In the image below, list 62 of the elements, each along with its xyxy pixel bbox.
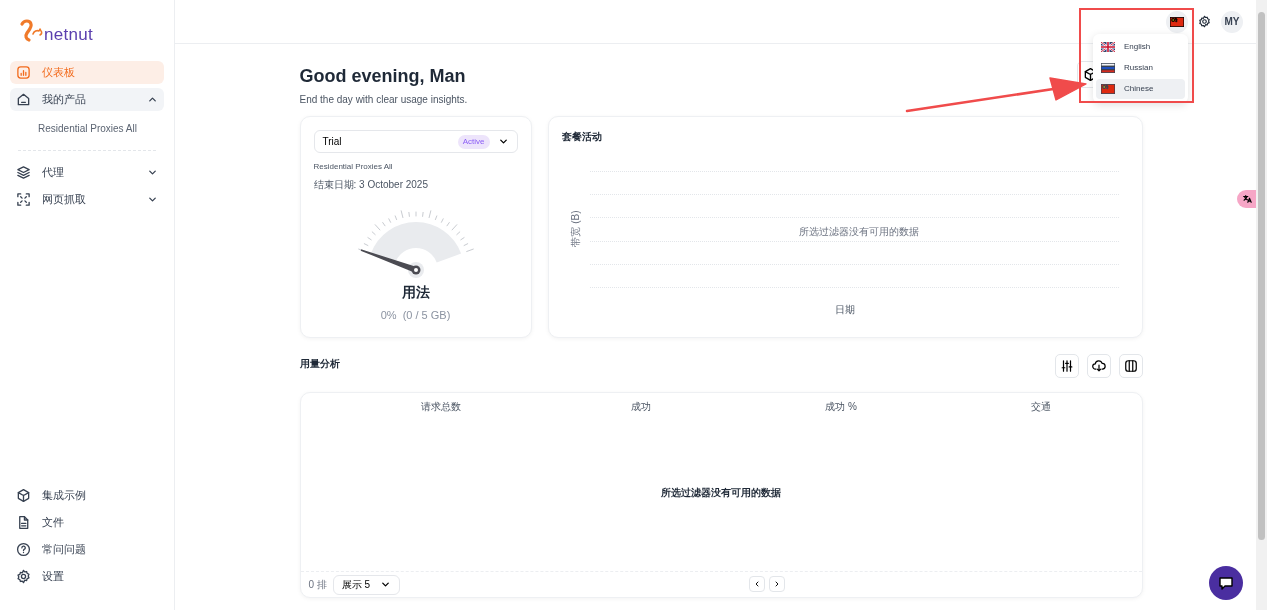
toolbar-button[interactable]: [1054, 354, 1079, 378]
usage-title: 用法: [400, 283, 431, 302]
sidebar-item[interactable]: 设置: [10, 565, 164, 588]
home-icon: [16, 92, 31, 107]
chat-icon: [1218, 575, 1234, 591]
cube-icon: [16, 488, 31, 503]
sidebar-item[interactable]: 代理: [10, 161, 164, 184]
greeting-subtitle: End the day with clear usage insights.: [299, 93, 468, 107]
chevron-icon: [497, 136, 509, 147]
language-option[interactable]: Russian: [1096, 58, 1185, 78]
sidebar-item[interactable]: 文件: [10, 511, 164, 534]
sidebar-item[interactable]: 常问问题: [10, 538, 164, 561]
language-button[interactable]: [1166, 10, 1188, 33]
end-date: 结束日期: 3 October 2025: [313, 178, 429, 192]
chart-icon: [16, 65, 31, 80]
avatar[interactable]: MY: [1221, 10, 1243, 33]
layers-icon: [16, 165, 31, 180]
toolbar-button[interactable]: [1086, 354, 1111, 378]
axis-label: 日期: [834, 303, 856, 317]
usage-value: 0% (0 / 5 GB): [379, 308, 452, 323]
status-badge: Active: [457, 134, 490, 149]
page-size-select[interactable]: 展示 5: [332, 574, 400, 595]
section-title: 用量分析: [299, 357, 340, 371]
flag-icon: [1101, 42, 1115, 52]
greeting-title: Good evening, Man: [299, 65, 467, 88]
sidebar-item[interactable]: 我的产品: [10, 88, 164, 111]
logo-text: netnut: [44, 26, 94, 43]
column-header: 交通: [1030, 400, 1053, 414]
flag-icon: [1101, 84, 1115, 94]
flag-icon: [1101, 63, 1115, 73]
toolbar-button[interactable]: [1118, 354, 1143, 378]
help-icon: [16, 542, 31, 557]
columns-icon: [1123, 359, 1138, 373]
product-name: Residential Proxies All: [313, 161, 394, 173]
chevron-icon: [147, 167, 158, 178]
settings-icon: [16, 569, 31, 584]
language-option[interactable]: English: [1096, 37, 1185, 57]
plan-select[interactable]: Trial Active: [313, 130, 518, 153]
chevron-icon: [147, 194, 158, 205]
row-count: 0 排: [308, 578, 327, 592]
chevron-icon: [379, 579, 391, 590]
empty-message: 所选过滤器没有可用的数据: [661, 486, 781, 500]
column-header: 成功: [629, 400, 652, 414]
chart-title: 套餐活动: [561, 130, 603, 144]
column-header: 成功 %: [824, 400, 858, 414]
translate-icon: [1241, 194, 1252, 204]
settings-icon[interactable]: [1198, 15, 1211, 28]
sidebar-item[interactable]: 集成示例: [10, 484, 164, 507]
scan-icon: [16, 192, 31, 207]
filter-icon: [1059, 359, 1074, 373]
empty-message: 所选过滤器没有可用的数据: [799, 225, 919, 240]
squirrel-icon: [18, 17, 44, 43]
language-option[interactable]: Chinese: [1096, 79, 1185, 99]
document-icon: [16, 515, 31, 530]
sidebar-item[interactable]: 网页抓取: [10, 188, 164, 211]
chat-button[interactable]: [1209, 566, 1243, 600]
sidebar-subitem[interactable]: Residential Proxies All: [10, 115, 164, 142]
column-header: 请求总数: [419, 400, 462, 414]
translate-button[interactable]: [1237, 190, 1256, 208]
flag-icon: [1170, 16, 1184, 27]
download-icon: [1091, 359, 1106, 373]
axis-label: 带宽 (B): [569, 209, 582, 247]
